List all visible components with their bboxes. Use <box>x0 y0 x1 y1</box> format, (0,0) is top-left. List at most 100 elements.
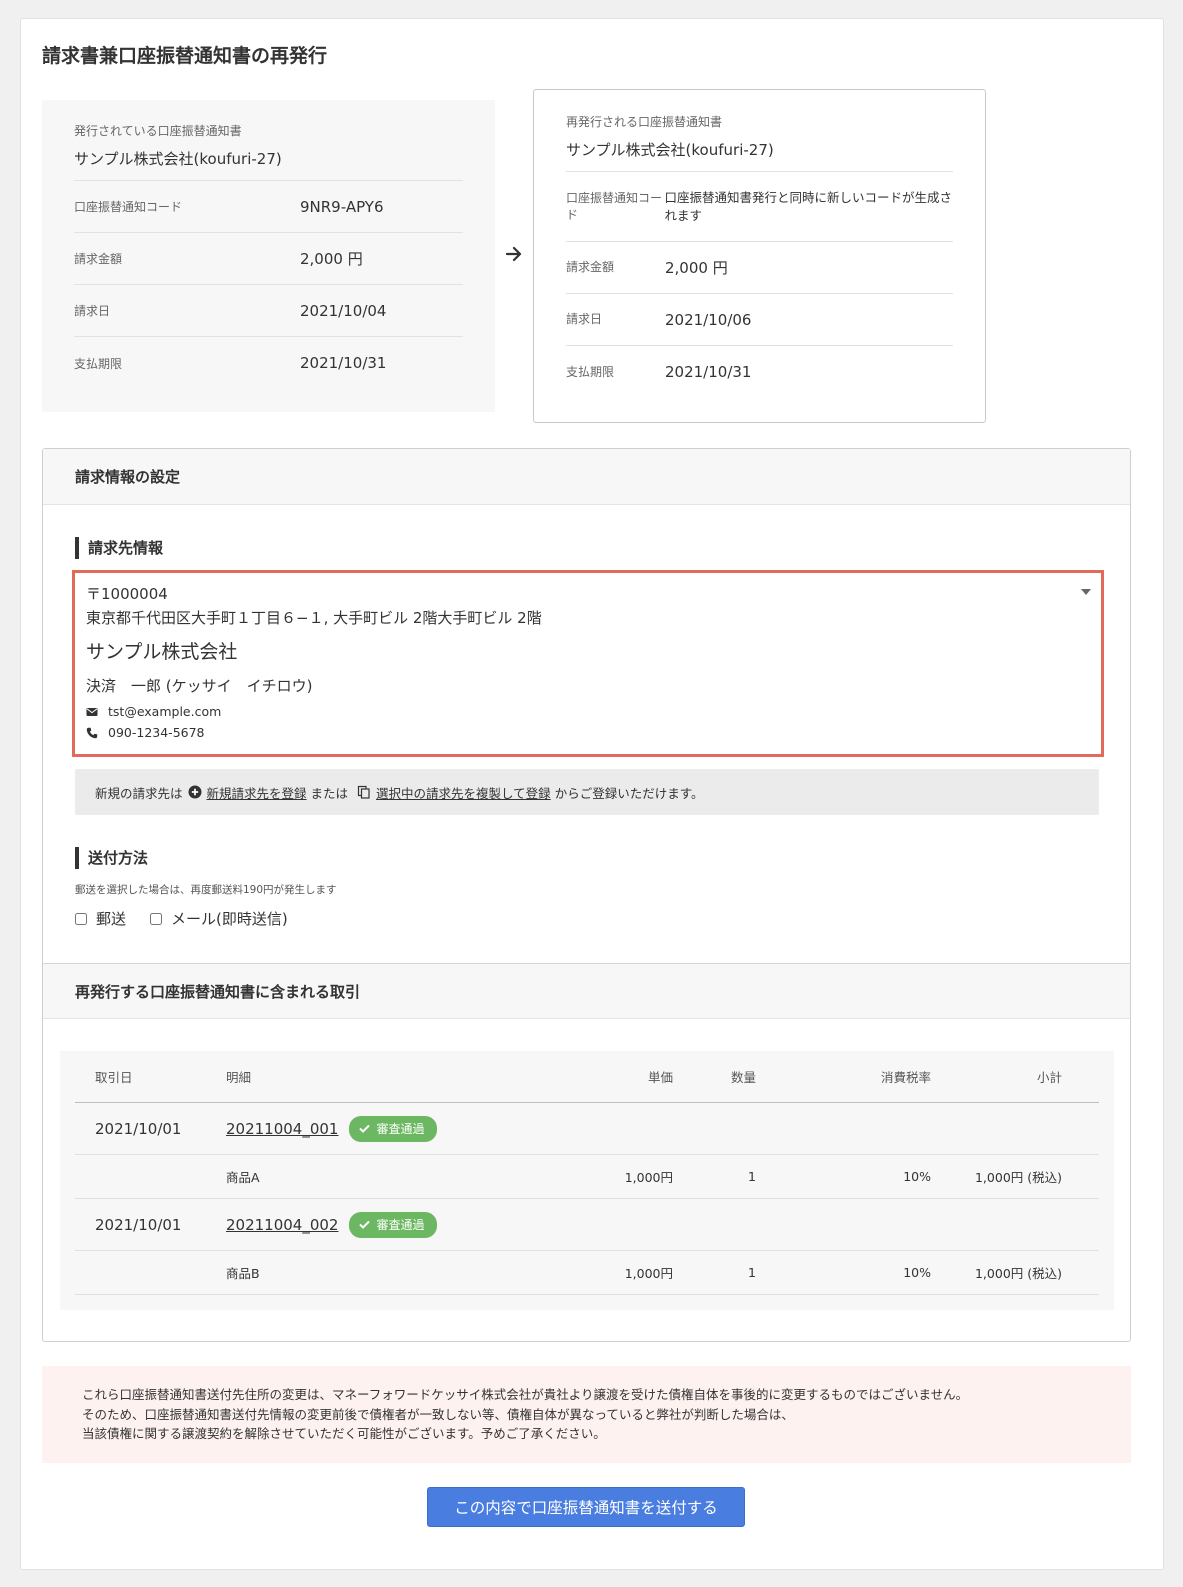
tx-description: 20211004_002 審査通過 <box>226 1211 491 1238</box>
reissued-notice-company: サンプル株式会社(koufuri-27) <box>566 139 953 172</box>
reissued-code-row: 口座振替通知コード 口座振替通知書発行と同時に新しいコードが生成されます <box>566 172 953 242</box>
reissued-code-label: 口座振替通知コード <box>566 190 663 222</box>
warning-notice: これら口座振替通知書送付先住所の変更は、マネーフォワードケッサイ株式会社が貴社よ… <box>42 1366 1131 1463</box>
table-row: 商品A 1,000円 1 10% 1,000円 (税込) <box>75 1155 1099 1199</box>
reissued-due-row: 支払期限 2021/10/31 <box>566 346 953 398</box>
reissued-date-row: 請求日 2021/10/06 <box>566 294 953 346</box>
issued-amount-label: 請求金額 <box>74 252 123 266</box>
delivery-option-post[interactable]: 郵送 <box>75 908 126 929</box>
line-item-subtotal: 1,000円 (税込) <box>974 1266 1062 1281</box>
arrow-right-icon <box>505 246 522 262</box>
billing-email-row: tst@example.com <box>86 704 1090 719</box>
delivery-section-title: 送付方法 <box>75 847 148 869</box>
status-badge: 審査通過 <box>349 1211 437 1238</box>
copy-icon <box>357 785 370 799</box>
col-unit-price: 単価 <box>647 1070 673 1085</box>
status-badge-label: 審査通過 <box>376 1122 425 1136</box>
line-item-subtotal: 1,000円 (税込) <box>974 1170 1062 1185</box>
issued-code-value: 9NR9-APY6 <box>300 197 384 216</box>
line-item-qty: 1 <box>748 1169 756 1184</box>
billing-settings-header: 請求情報の設定 <box>43 449 1130 505</box>
post-label: 郵送 <box>96 910 127 928</box>
reissued-date-label: 請求日 <box>566 312 603 326</box>
info-suffix: からご登録いただけます。 <box>554 785 704 801</box>
tx-id-link[interactable]: 20211004_001 <box>226 1120 338 1138</box>
issued-notice-caption: 発行されている口座振替通知書 <box>74 124 242 138</box>
tx-description: 20211004_001 審査通過 <box>226 1115 491 1142</box>
table-row: 2021/10/01 20211004_002 審査通過 <box>75 1199 1099 1251</box>
line-item-tax: 10% <box>903 1265 931 1280</box>
status-badge-label: 審査通過 <box>376 1218 425 1232</box>
reissued-code-value: 口座振替通知書発行と同時に新しいコードが生成されます <box>664 189 952 223</box>
transactions-table: 取引日 明細 単価 数量 消費税率 小計 2021/10/01 20211004… <box>60 1051 1114 1310</box>
page-title: 請求書兼口座振替通知書の再発行 <box>42 45 328 67</box>
billing-zip: 〒1000004 <box>86 585 168 603</box>
delivery-note: 郵送を選択した場合は、再度郵送料190円が発生します <box>75 884 337 896</box>
line-item-name: 商品A <box>226 1170 260 1185</box>
post-checkbox[interactable] <box>75 912 87 925</box>
table-row: 商品B 1,000円 1 10% 1,000円 (税込) <box>75 1251 1099 1295</box>
reissued-date-value: 2021/10/06 <box>665 310 752 329</box>
line-item-name: 商品B <box>226 1266 260 1281</box>
table-row: 2021/10/01 20211004_001 審査通過 <box>75 1103 1099 1155</box>
caret-down-icon[interactable] <box>1081 589 1091 595</box>
email-label: メール(即時送信) <box>171 910 288 928</box>
check-icon <box>359 1124 371 1133</box>
tx-date: 2021/10/01 <box>95 1119 182 1138</box>
billing-section-title: 請求先情報 <box>75 537 163 559</box>
reissued-due-label: 支払期限 <box>566 364 615 379</box>
issued-date-value: 2021/10/04 <box>300 301 387 320</box>
reissued-notice-card: 再発行される口座振替通知書 サンプル株式会社(koufuri-27) 口座振替通… <box>533 89 986 423</box>
billing-person: 決済 一郎 (ケッサイ イチロウ) <box>86 677 313 695</box>
status-badge: 審査通過 <box>349 1115 437 1142</box>
issued-notice-card: 発行されている口座振替通知書 サンプル株式会社(koufuri-27) 口座振替… <box>42 100 495 412</box>
billing-phone-row: 090-1234-5678 <box>86 725 1090 740</box>
tx-date: 2021/10/01 <box>95 1215 182 1234</box>
issued-code-label: 口座振替通知コード <box>74 200 183 214</box>
line-item-qty: 1 <box>748 1265 756 1280</box>
issued-date-label: 請求日 <box>74 304 111 318</box>
register-new-billing-link[interactable]: 新規請求先を登録 <box>207 783 307 802</box>
issued-notice-company: サンプル株式会社(koufuri-27) <box>74 148 463 181</box>
reissue-page: 請求書兼口座振替通知書の再発行 発行されている口座振替通知書 サンプル株式会社(… <box>20 18 1164 1570</box>
reissued-amount-value: 2,000 円 <box>665 259 728 277</box>
billing-destination-select[interactable]: 〒1000004 東京都千代田区大手町１丁目６−１, 大手町ビル 2階大手町ビル… <box>72 570 1104 757</box>
issued-due-row: 支払期限 2021/10/31 <box>74 337 463 389</box>
table-header-row: 取引日 明細 単価 数量 消費税率 小計 <box>75 1051 1099 1103</box>
tx-id-link[interactable]: 20211004_002 <box>226 1216 338 1234</box>
warning-line-2: そのため、口座振替通知書送付先情報の変更前後で債権者が一致しない等、債権自体が異… <box>82 1406 794 1422</box>
phone-icon <box>86 727 98 738</box>
line-item-price: 1,000円 <box>624 1266 673 1281</box>
warning-line-3: 当該債権に関する譲渡契約を解除させていただく可能性がございます。予めご了承くださ… <box>82 1426 606 1441</box>
delivery-option-email[interactable]: メール(即時送信) <box>150 908 288 929</box>
reissued-notice-caption: 再発行される口座振替通知書 <box>566 115 723 129</box>
reissued-due-value: 2021/10/31 <box>665 363 752 381</box>
info-or: または <box>310 785 349 801</box>
submit-button[interactable]: この内容で口座振替通知書を送付する <box>427 1487 745 1527</box>
email-checkbox[interactable] <box>150 912 163 925</box>
transactions-header: 再発行する口座振替通知書に含まれる取引 <box>43 963 1130 1019</box>
billing-settings-panel: 請求情報の設定 請求先情報 〒1000004 東京都千代田区大手町１丁目６−１,… <box>42 448 1131 1342</box>
plus-circle-icon <box>188 785 202 799</box>
duplicate-billing-link[interactable]: 選択中の請求先を複製して登録 <box>376 783 551 802</box>
col-quantity: 数量 <box>730 1070 756 1085</box>
billing-phone: 090-1234-5678 <box>108 725 205 740</box>
issued-date-row: 請求日 2021/10/04 <box>74 285 463 337</box>
new-billing-info-bar: 新規の請求先は 新規請求先を登録 または 選択中の請求先を複製して登録 からご登… <box>75 769 1099 815</box>
info-prefix: 新規の請求先は <box>95 785 183 801</box>
issued-amount-value: 2,000 円 <box>300 250 363 268</box>
reissued-amount-row: 請求金額 2,000 円 <box>566 242 953 294</box>
reissued-amount-label: 請求金額 <box>566 260 615 274</box>
delivery-options: 郵送 メール(即時送信) <box>75 908 312 929</box>
billing-address: 東京都千代田区大手町１丁目６−１, 大手町ビル 2階大手町ビル 2階 <box>86 609 542 627</box>
billing-email: tst@example.com <box>108 704 222 719</box>
envelope-icon <box>86 707 98 716</box>
line-item-price: 1,000円 <box>624 1170 673 1185</box>
col-description: 明細 <box>226 1070 252 1085</box>
check-icon <box>359 1220 371 1229</box>
line-item-tax: 10% <box>903 1169 931 1184</box>
col-date: 取引日 <box>95 1070 133 1085</box>
warning-line-1: これら口座振替通知書送付先住所の変更は、マネーフォワードケッサイ株式会社が貴社よ… <box>82 1387 969 1402</box>
billing-company: サンプル株式会社 <box>86 641 238 663</box>
issued-due-label: 支払期限 <box>74 356 123 371</box>
